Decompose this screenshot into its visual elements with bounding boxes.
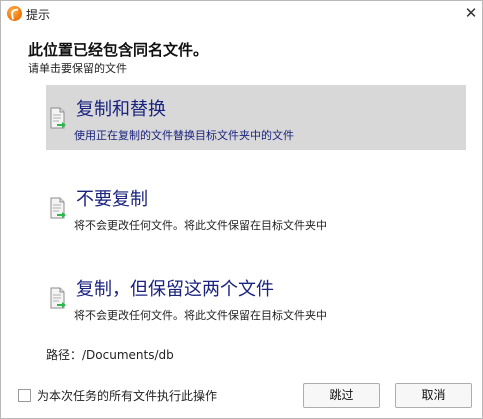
option-title: 不要复制 <box>76 189 148 210</box>
option-do-not-copy[interactable]: 不要复制 将不会更改任何文件。将此文件保留在目标文件夹中 <box>46 175 466 240</box>
message-heading: 此位置已经包含同名文件。 <box>28 41 209 59</box>
document-arrow-icon <box>50 287 66 309</box>
file-path: 路径：/Documents/db <box>46 348 174 362</box>
document-arrow-icon <box>50 107 66 129</box>
message-instruction: 请单击要保留的文件 <box>28 62 127 75</box>
apply-to-all-toggle[interactable]: 为本次任务的所有文件执行此操作 <box>18 387 217 404</box>
skip-button[interactable]: 跳过 <box>303 383 380 408</box>
apply-to-all-checkbox[interactable] <box>18 389 31 402</box>
title-bar: 提示 ✕ <box>1 1 482 26</box>
dialog-window: 提示 ✕ 此位置已经包含同名文件。 请单击要保留的文件 复制和替换 使用正在复制… <box>0 0 483 419</box>
option-description: 将不会更改任何文件。将此文件保留在目标文件夹中 <box>74 309 327 322</box>
option-description: 使用正在复制的文件替换目标文件夹中的文件 <box>74 129 294 142</box>
close-button[interactable]: ✕ <box>463 5 479 21</box>
option-title: 复制，但保留这两个文件 <box>76 279 274 300</box>
option-title: 复制和替换 <box>76 99 166 120</box>
window-title: 提示 <box>26 8 51 22</box>
option-copy-and-replace[interactable]: 复制和替换 使用正在复制的文件替换目标文件夹中的文件 <box>46 85 466 150</box>
apply-to-all-label: 为本次任务的所有文件执行此操作 <box>37 389 218 403</box>
app-logo-icon <box>7 6 22 21</box>
document-arrow-icon <box>50 197 66 219</box>
option-copy-keep-both[interactable]: 复制，但保留这两个文件 将不会更改任何文件。将此文件保留在目标文件夹中 <box>46 265 466 330</box>
option-description: 将不会更改任何文件。将此文件保留在目标文件夹中 <box>74 219 327 232</box>
cancel-button[interactable]: 取消 <box>395 383 472 408</box>
